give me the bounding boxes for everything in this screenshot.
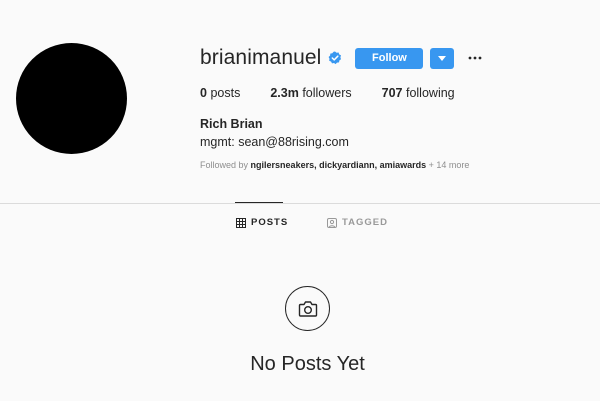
tab-tagged-label: TAGGED (342, 217, 388, 228)
posts-label: posts (210, 86, 241, 100)
avatar[interactable] (16, 43, 127, 154)
profile-stats: 0 posts 2.3m followers 707 following (200, 86, 485, 100)
username: brianimanuel (200, 46, 322, 69)
empty-state-icon-circle (285, 286, 330, 331)
suggested-dropdown-button[interactable] (430, 47, 455, 69)
tab-posts[interactable]: POSTS (236, 217, 288, 228)
followed-by-more: + 14 more (428, 160, 470, 170)
profile-header: brianimanuel Follow (200, 44, 483, 72)
bio: mgmt: sean@88rising.com (200, 135, 349, 149)
tab-tagged[interactable]: TAGGED (327, 217, 388, 228)
full-name: Rich Brian (200, 117, 263, 131)
followers-count: 2.3m (270, 86, 299, 100)
caret-down-icon (438, 55, 447, 61)
posts-stat: 0 posts (200, 86, 240, 100)
following-stat[interactable]: 707 following (382, 86, 455, 100)
tabs-divider (0, 203, 600, 204)
followers-stat[interactable]: 2.3m followers (270, 86, 351, 100)
followed-by-prefix: Followed by (200, 160, 249, 170)
empty-state-message: No Posts Yet (250, 353, 365, 375)
following-label: following (405, 86, 455, 100)
followed-by[interactable]: Followed by ngilersneakers, dickyardiann… (200, 160, 469, 170)
options-button[interactable] (467, 50, 483, 66)
following-count: 707 (381, 86, 403, 100)
follow-button[interactable]: Follow (355, 47, 424, 69)
tab-posts-label: POSTS (251, 217, 289, 228)
ellipsis-icon (469, 56, 482, 60)
followers-label: followers (302, 86, 352, 100)
active-tab-indicator (235, 202, 283, 203)
tag-user-icon (327, 217, 337, 228)
posts-count: 0 (200, 86, 207, 100)
grid-icon (236, 217, 246, 228)
followed-by-names: ngilersneakers, dickyardiann, amiawards (250, 160, 427, 170)
verified-badge-icon (328, 51, 342, 65)
camera-icon (298, 300, 317, 317)
